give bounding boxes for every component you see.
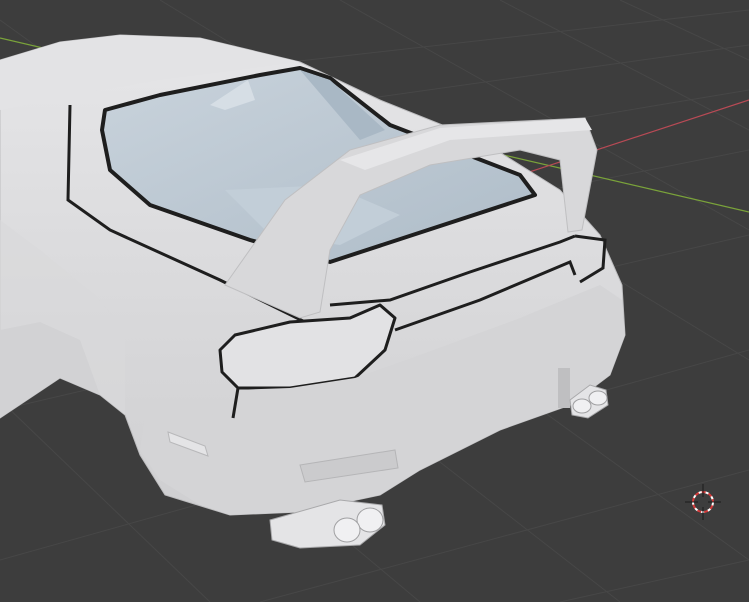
car-body-rear[interactable]: [0, 34, 626, 549]
viewport-canvas[interactable]: [0, 0, 749, 602]
3d-viewport[interactable]: [0, 0, 749, 602]
bumper-vent: [558, 368, 570, 408]
3d-cursor-icon[interactable]: [685, 484, 721, 520]
